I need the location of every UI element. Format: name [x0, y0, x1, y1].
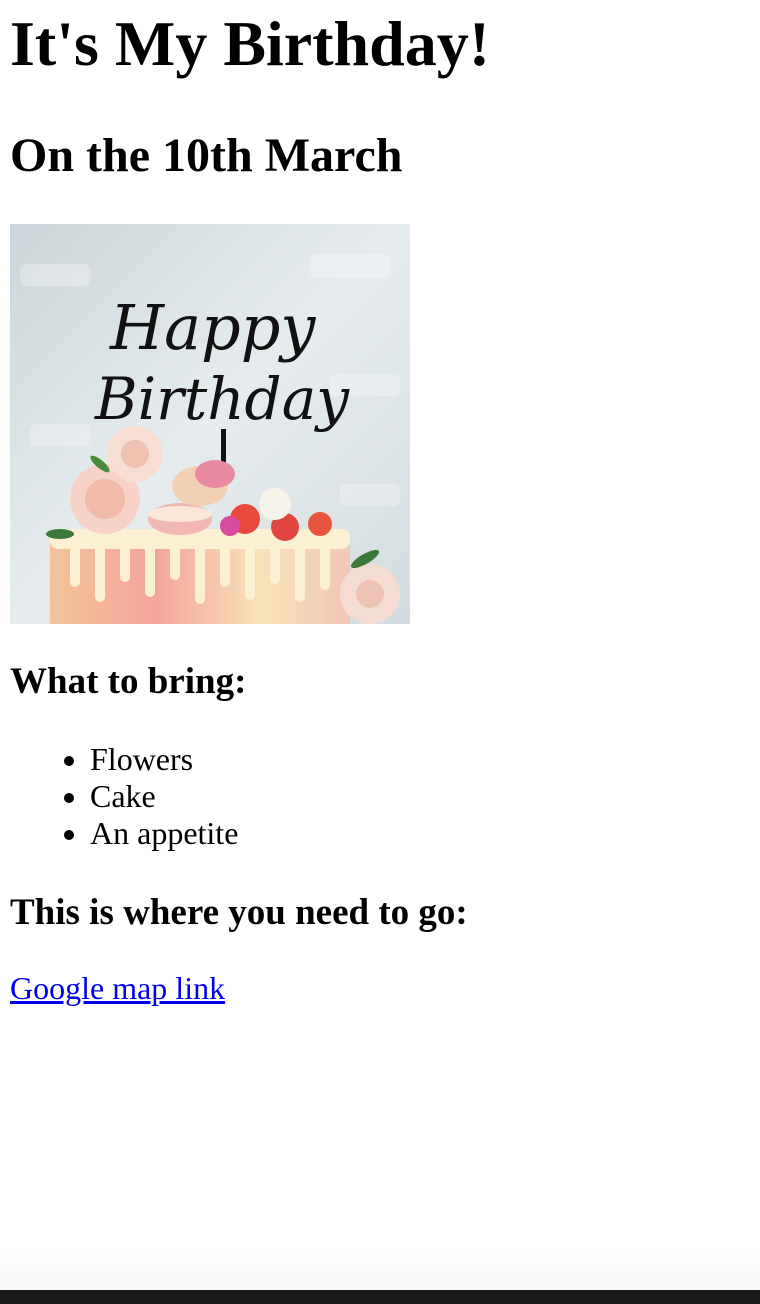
bring-list: Flowers Cake An appetite	[10, 741, 750, 852]
bottom-bar	[0, 1290, 760, 1304]
birthday-cake-image: Happy Birthday	[10, 224, 410, 624]
page-content: It's My Birthday! On the 10th March Happ…	[10, 0, 750, 1007]
list-item: Flowers	[90, 741, 750, 778]
google-map-link[interactable]: Google map link	[10, 970, 225, 1006]
page-title: It's My Birthday!	[10, 8, 490, 79]
map-link-paragraph: Google map link	[10, 970, 750, 1007]
list-item: An appetite	[90, 815, 750, 852]
topper-text-happy: Happy	[109, 291, 316, 364]
list-item: Cake	[90, 778, 750, 815]
bring-heading: What to bring:	[10, 661, 247, 702]
page-subtitle: On the 10th March	[10, 129, 403, 182]
where-heading: This is where you need to go:	[10, 892, 468, 933]
topper-text-birthday: Birthday	[94, 365, 350, 433]
bottom-fade	[0, 1250, 760, 1290]
